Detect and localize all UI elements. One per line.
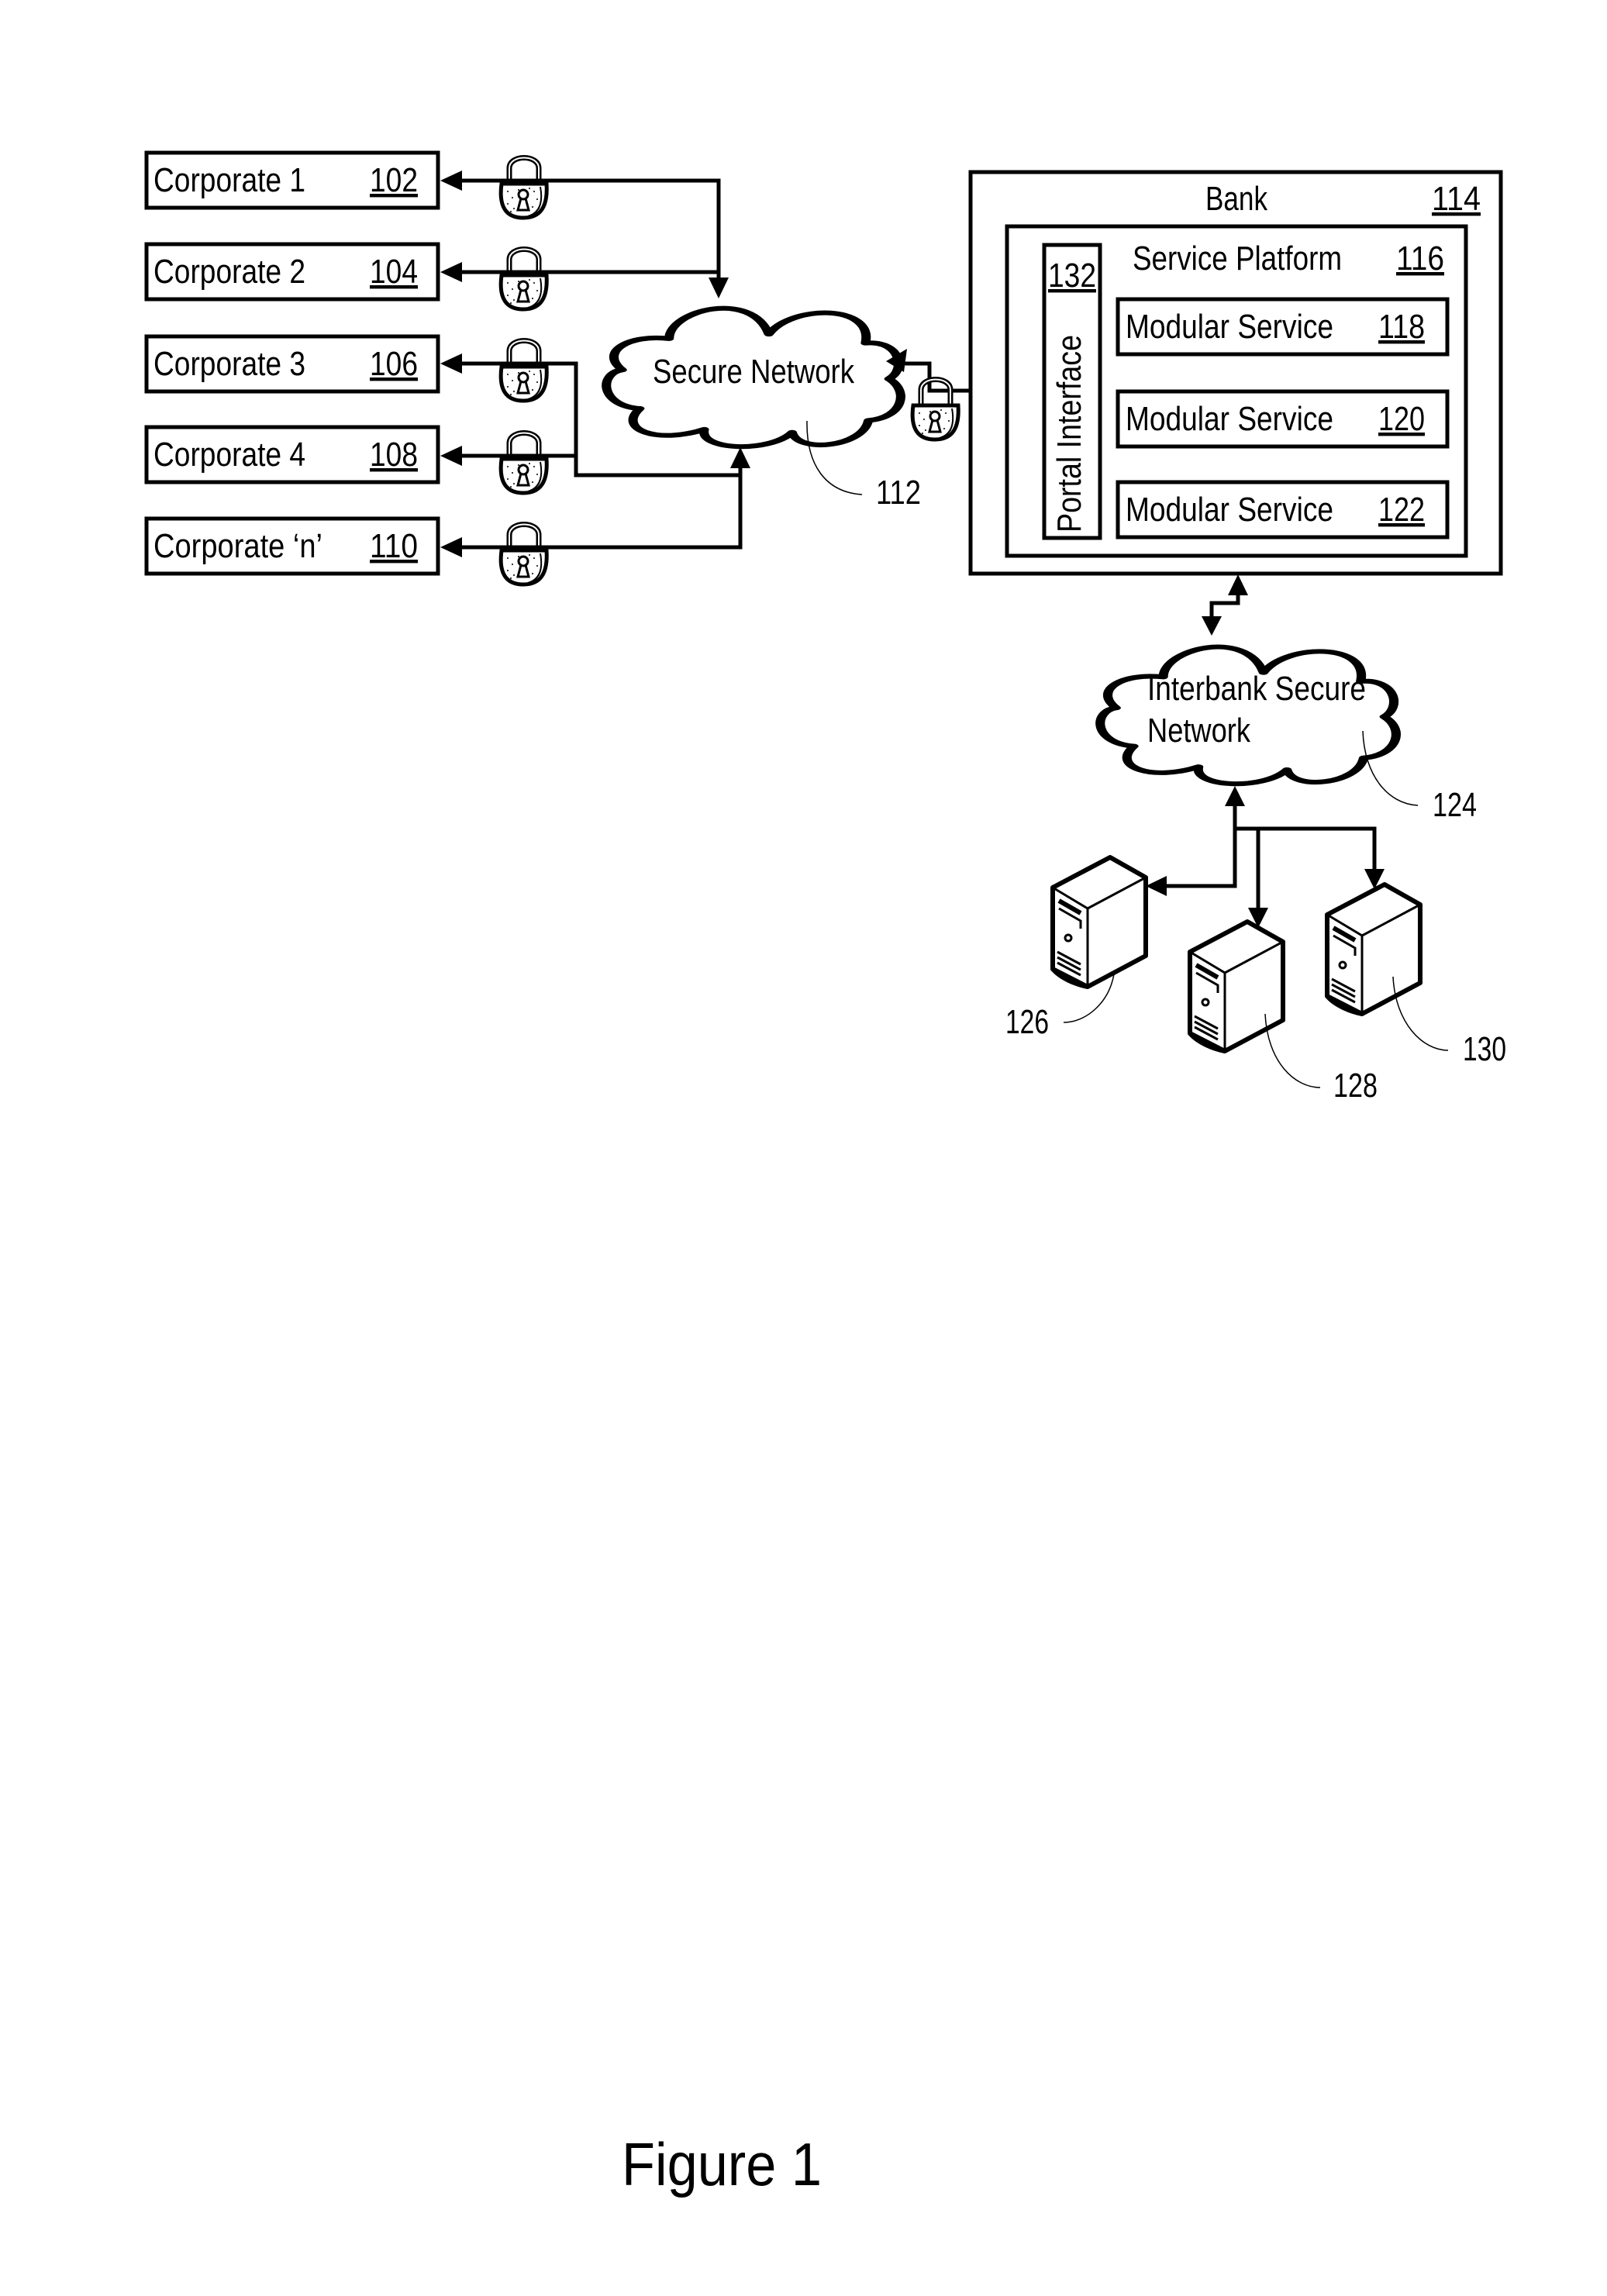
modular-service-list: Modular Service 118Modular Service 120Modu… — [1116, 297, 1450, 540]
modular-service-box: Modular Service 122 — [1116, 480, 1450, 540]
padlock-icon — [912, 380, 958, 440]
modular-service-box: Modular Service 120 — [1116, 389, 1450, 449]
service-platform-box: Service Platform 116 132 Portal Interfac… — [1005, 224, 1468, 558]
arrowhead-interbank-top — [1202, 616, 1222, 636]
arrowhead-bank — [1228, 574, 1248, 595]
server-130-ref: 130 — [1463, 1030, 1506, 1068]
server-connectors — [1146, 786, 1385, 928]
arrowhead-corporate-4 — [440, 446, 462, 466]
figure-1-diagram: Corporate 1 102 Corporate 2 104 Corporate 3 1… — [144, 150, 1506, 2198]
corporate-list: Corporate 1 102 Corporate 2 104 Corporate 3 1… — [144, 150, 440, 576]
modular-service-ref: 118 — [1378, 308, 1425, 346]
corporate-box: Corporate 1 102 — [144, 150, 440, 210]
interbank-network-ref: 124 — [1433, 786, 1477, 824]
corporate-ref: 106 — [370, 345, 418, 383]
interbank-network-label-line1: Interbank Secure — [1147, 670, 1366, 708]
portal-interface-label: Portal Interface — [1050, 335, 1088, 533]
service-platform-ref: 116 — [1396, 240, 1444, 278]
arrowhead-network-top — [709, 278, 729, 298]
server-126-ref: 126 — [1005, 1003, 1049, 1041]
arrowhead-network-bottom — [730, 447, 750, 468]
modular-service-label: Modular Service — [1126, 400, 1333, 438]
corporate-box: Corporate 4 108 — [144, 425, 440, 484]
service-platform-label: Service Platform — [1133, 240, 1342, 278]
bank-ref: 114 — [1432, 180, 1481, 218]
arrowhead-corporate-n — [440, 537, 462, 557]
secure-network-ref: 112 — [876, 474, 921, 512]
leader-line-130 — [1392, 976, 1449, 1051]
figure-caption: Figure 1 — [622, 2130, 822, 2198]
secure-network-cloud: Secure Network 112 — [606, 309, 921, 512]
arrowhead-interbank-bottom — [1225, 786, 1245, 806]
bank-box: Bank 114 Service Platform 116 132 Portal… — [968, 170, 1503, 576]
server-128: 128 — [1190, 922, 1378, 1105]
corporate-ref: 108 — [370, 436, 418, 474]
corporate-label: Corporate 4 — [153, 436, 305, 474]
corporate-label: Corporate ‘n’ — [153, 527, 322, 565]
arrowhead-corporate-2 — [440, 262, 462, 282]
portal-interface-ref: 132 — [1048, 257, 1096, 295]
padlock-icon — [501, 158, 547, 219]
server-icon — [1327, 884, 1420, 1014]
bank-interbank-connector — [1202, 574, 1248, 636]
modular-service-ref: 120 — [1378, 400, 1425, 438]
portal-interface-box: 132 Portal Interface — [1042, 243, 1102, 540]
corporate-ref: 104 — [370, 253, 418, 291]
secure-network-label: Secure Network — [653, 353, 855, 391]
arrowhead-corporate-3 — [440, 353, 462, 374]
server-130: 130 — [1327, 884, 1506, 1068]
corporate-box: Corporate 2 104 — [144, 242, 440, 302]
modular-service-label: Modular Service — [1126, 308, 1333, 346]
padlock-icon — [501, 250, 547, 310]
corporate-label: Corporate 1 — [153, 161, 305, 199]
modular-service-box: Modular Service 118 — [1116, 297, 1450, 357]
corporate-ref: 102 — [370, 161, 418, 199]
corporate-lock-group — [501, 158, 547, 585]
modular-service-ref: 122 — [1378, 491, 1425, 529]
modular-service-label: Modular Service — [1126, 491, 1333, 529]
arrowhead-corporate-1 — [440, 171, 462, 191]
padlock-icon — [501, 433, 547, 494]
arrowhead-server-126 — [1146, 876, 1167, 896]
server-128-ref: 128 — [1333, 1067, 1378, 1105]
server-126: 126 — [1005, 857, 1146, 1041]
corporate-label: Corporate 2 — [153, 253, 305, 291]
padlock-icon — [501, 525, 547, 585]
corporate-ref: 110 — [370, 527, 418, 565]
corporate-box: Corporate ‘n’ 110 — [144, 516, 440, 576]
interbank-network-cloud: Interbank Secure Network 124 — [1100, 647, 1477, 824]
interbank-network-label-line2: Network — [1147, 712, 1251, 750]
padlock-icon — [501, 341, 547, 402]
corporate-label: Corporate 3 — [153, 345, 305, 383]
server-icon — [1053, 857, 1146, 987]
corporate-box: Corporate 3 106 — [144, 334, 440, 394]
bank-label: Bank — [1205, 180, 1268, 218]
server-icon — [1190, 922, 1283, 1051]
